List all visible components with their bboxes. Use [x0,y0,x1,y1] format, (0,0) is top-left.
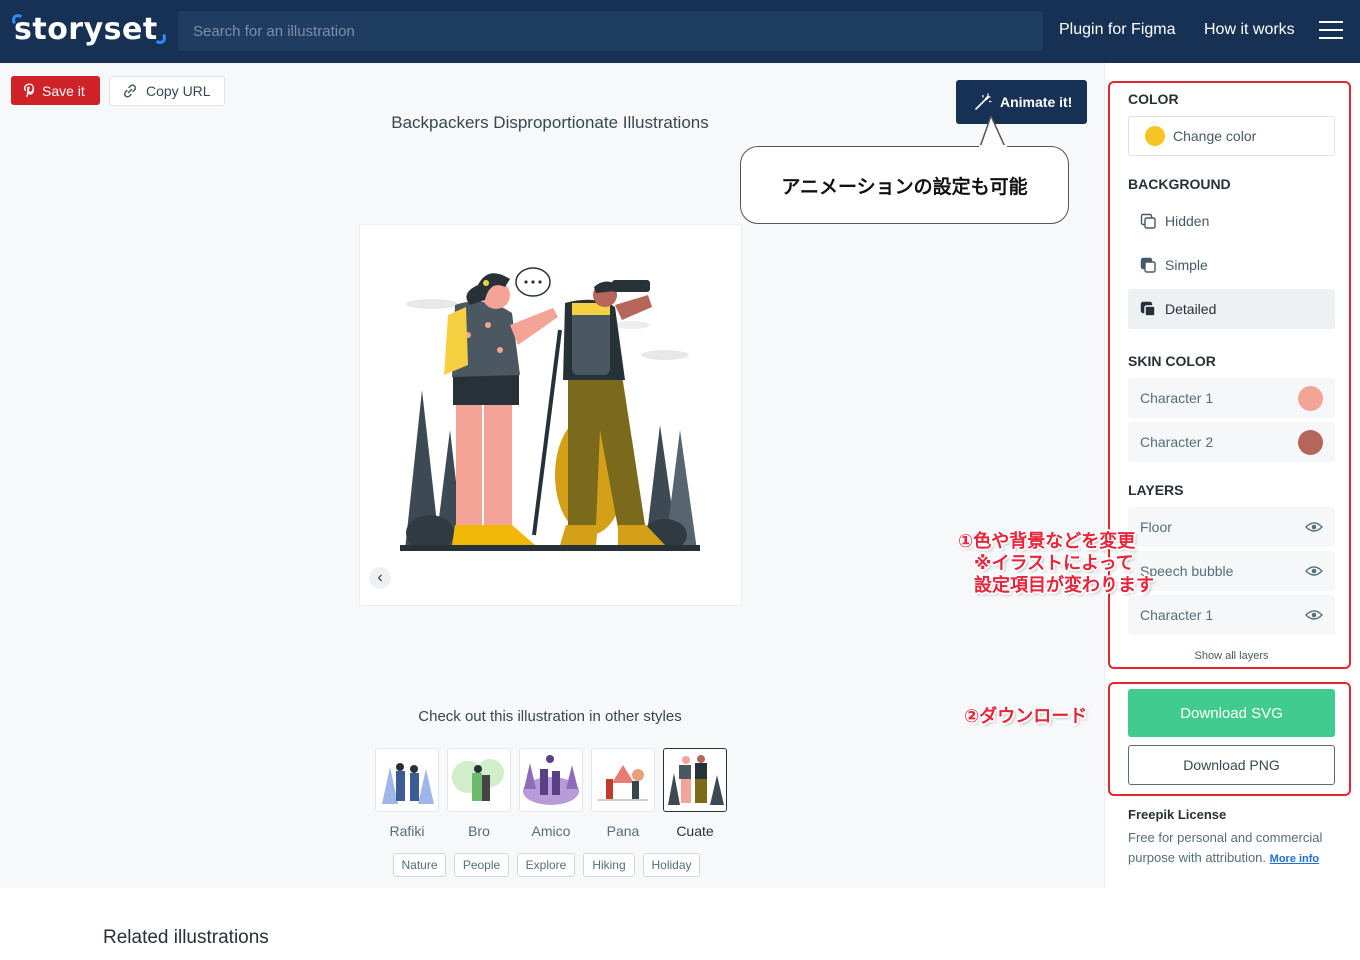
style-thumbnail[interactable] [663,748,727,812]
magic-wand-icon [975,93,992,110]
style-label: Bro [468,823,490,839]
style-thumbnail[interactable] [591,748,655,812]
style-option-rafiki[interactable]: Rafiki [375,748,439,839]
style-label: Pana [606,823,640,839]
top-navbar: storyset Plugin for Figma How it works [0,0,1360,63]
annotation-box-download [1108,682,1351,796]
style-option-cuate[interactable]: Cuate [663,748,727,839]
tag-people[interactable]: People [454,853,509,877]
license-title: Freepik License [1128,807,1227,822]
tag-holiday[interactable]: Holiday [643,853,700,877]
search-input[interactable] [178,11,1043,51]
more-info-link[interactable]: More info [1270,853,1320,865]
tag-hiking[interactable]: Hiking [583,853,635,877]
tag-nature[interactable]: Nature [393,853,446,877]
style-option-amico[interactable]: Amico [519,748,583,839]
tag-explore[interactable]: Explore [517,853,575,877]
style-label: Rafiki [389,823,425,839]
animate-it-label: Animate it! [1000,94,1073,110]
style-thumbnail[interactable] [519,748,583,812]
logo-text: storyset [14,12,158,47]
menu-icon[interactable] [1319,21,1343,39]
annotation-note-2: ②ダウンロード [964,706,1088,726]
other-styles-heading: Check out this illustration in other sty… [418,708,682,725]
copy-url-button[interactable]: Copy URL [109,76,225,106]
related-illustrations-heading: Related illustrations [103,927,269,948]
style-thumbnail[interactable] [375,748,439,812]
annotation-note-1-line-3: 設定項目が変わります [974,575,1154,595]
save-it-label: Save it [42,82,85,99]
copy-url-label: Copy URL [146,83,211,99]
annotation-callout: アニメーションの設定も可能 [740,146,1069,224]
style-label: Cuate [676,823,714,839]
backpackers-illustration [400,267,700,551]
illustration-title: Backpackers Disproportionate Illustratio… [391,113,709,132]
pinterest-icon [24,83,35,98]
annotation-note-1-line-2: ※イラストによって [974,553,1134,573]
storyset-logo[interactable]: storyset [12,10,166,50]
license-text: Free for personal and commercial purpose… [1128,828,1343,869]
save-it-button[interactable]: Save it [11,76,100,105]
nav-how-it-works[interactable]: How it works [1204,21,1295,39]
nav-plugin-for-figma[interactable]: Plugin for Figma [1059,21,1176,39]
style-option-bro[interactable]: Bro [447,748,511,839]
previous-arrow-button[interactable]: ‹ [369,567,391,589]
style-option-pana[interactable]: Pana [591,748,655,839]
style-thumbnail[interactable] [447,748,511,812]
illustration-preview [359,224,742,606]
callout-tail [978,116,1007,151]
chevron-left-icon: ‹ [377,569,383,586]
style-label: Amico [531,823,571,839]
link-icon [123,84,137,98]
annotation-note-1-line-1: ①色や背景などを変更 [958,531,1136,551]
